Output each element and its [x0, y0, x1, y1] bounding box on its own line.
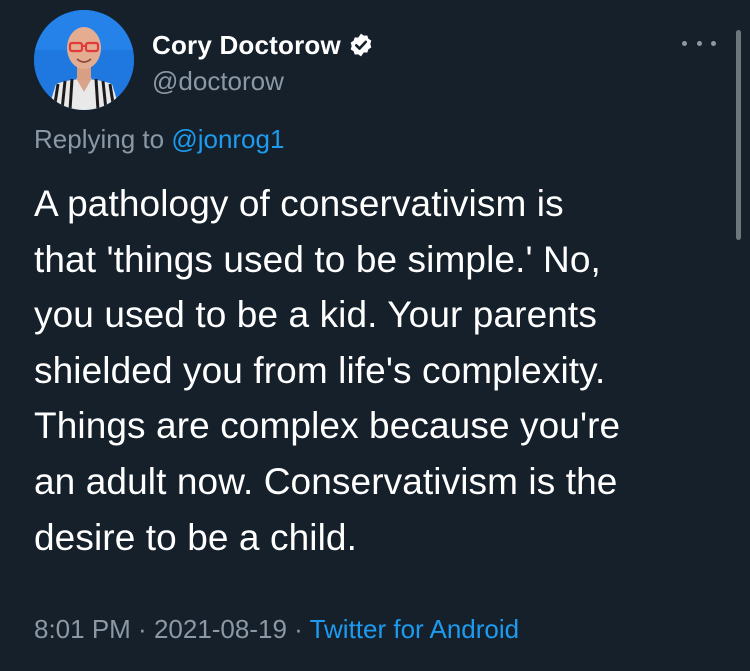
tweet-date[interactable]: 2021-08-19 — [154, 614, 287, 644]
more-dot — [696, 40, 702, 46]
author-block: Cory Doctorow @doctorow — [152, 28, 374, 97]
handle[interactable]: @doctorow — [152, 66, 374, 97]
reply-prefix: Replying to — [34, 124, 172, 154]
more-dot — [711, 40, 716, 46]
more-options-icon[interactable] — [682, 38, 716, 48]
tweet-time[interactable]: 8:01 PM — [34, 614, 131, 644]
reply-to-link[interactable]: @jonrog1 — [171, 124, 284, 154]
tweet-source[interactable]: Twitter for Android — [310, 614, 520, 644]
tweet: Cory Doctorow @doctorow Replying to @jon… — [0, 0, 750, 671]
avatar-image — [34, 10, 134, 110]
more-dot — [682, 40, 687, 46]
replying-to: Replying to @jonrog1 — [34, 124, 284, 155]
avatar[interactable] — [34, 10, 134, 110]
display-name[interactable]: Cory Doctorow — [152, 30, 341, 61]
meta-separator: · — [130, 614, 154, 644]
verified-badge-icon — [348, 32, 374, 58]
tweet-text: A pathology of conservativism is that 't… — [34, 183, 621, 558]
name-row: Cory Doctorow — [152, 28, 374, 62]
tweet-metadata: 8:01 PM · 2021-08-19 · Twitter for Andro… — [34, 614, 519, 645]
scrollbar[interactable] — [736, 30, 741, 240]
meta-separator: · — [286, 614, 310, 644]
